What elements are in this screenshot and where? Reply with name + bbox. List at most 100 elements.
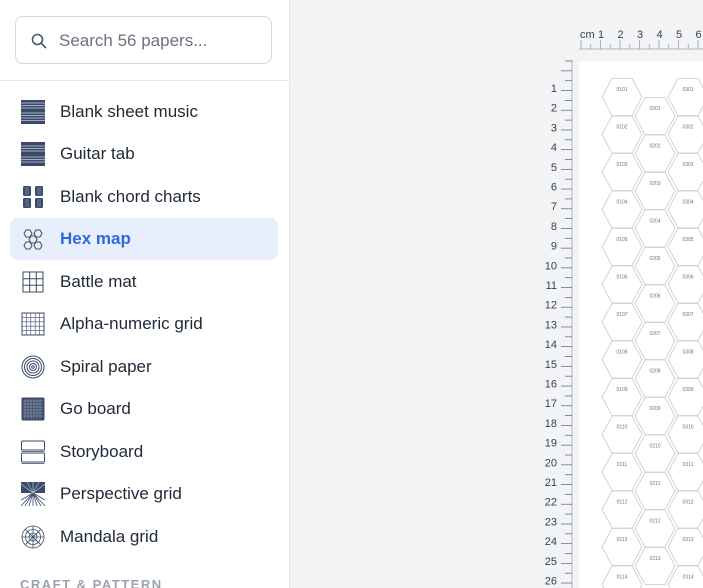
ruler-label: 16 (545, 379, 557, 391)
hex-cell-label: 0113 (617, 537, 628, 543)
ruler-label: 4 (551, 142, 557, 154)
ruler-label: 26 (545, 576, 557, 588)
sidebar-item-go-board[interactable]: Go board (10, 388, 278, 430)
ruler-label: 3 (551, 122, 557, 134)
sidebar-item-perspective-grid[interactable]: Perspective grid (10, 473, 278, 515)
ruler-label: 6 (695, 29, 701, 41)
hex-cell-label: 0209 (649, 406, 660, 412)
ruler-label: 8 (551, 221, 557, 233)
sidebar-item-label: Guitar tab (60, 144, 135, 163)
hex-cell-label: 0306 (682, 275, 693, 281)
hex-cell-label: 0309 (682, 387, 693, 393)
ruler-label: 14 (545, 339, 557, 351)
ruler-label: 13 (545, 319, 557, 331)
sidebar-item-label: Hex map (60, 229, 131, 248)
hex-cell-label: 0302 (682, 125, 693, 131)
sidebar-item-guitar-tab[interactable]: Guitar tab (10, 133, 278, 175)
sidebar: Blank sheet music Guitar tab Blank chord (0, 0, 290, 588)
hex-cell-label: 0109 (616, 387, 627, 393)
sidebar-item-blank-sheet-music[interactable]: Blank sheet music (10, 91, 278, 133)
sidebar-item-alpha-numeric-grid[interactable]: Alpha-numeric grid (10, 303, 278, 345)
hex-cell-label: 0204 (649, 219, 660, 225)
hex-cell-label: 0111 (617, 462, 628, 468)
sidebar-item-label: Perspective grid (60, 484, 182, 503)
search-input[interactable] (59, 29, 259, 53)
hex-cell-label: 0103 (616, 162, 627, 168)
sidebar-item-blank-chord-charts[interactable]: Blank chord charts (10, 176, 278, 218)
ruler-label: 15 (545, 359, 557, 371)
hex-cell-label: 0208 (649, 369, 660, 375)
hex-cell-label: 0105 (616, 237, 627, 243)
ruler-label: 19 (545, 438, 557, 450)
hex-cell-label: 0206 (649, 294, 660, 300)
hex-cell-label: 0110 (617, 425, 628, 431)
go-board-icon (21, 397, 45, 421)
ruler-label: 18 (545, 418, 557, 430)
hex-cell-label: 0304 (682, 200, 693, 206)
hex-cell-label: 0311 (683, 462, 694, 468)
sidebar-item-storyboard[interactable]: Storyboard (10, 431, 278, 473)
storyboard-icon (21, 440, 45, 464)
spiral-icon (21, 355, 45, 379)
ruler-label: 23 (545, 516, 557, 528)
ruler-label: 21 (545, 477, 557, 489)
side-ruler: 1234567891011121314151617181920212223242… (545, 60, 573, 588)
sidebar-divider (0, 80, 289, 81)
hex-icon (23, 229, 43, 250)
hex-cell-label: 0305 (682, 237, 693, 243)
sidebar-item-label: Blank chord charts (60, 187, 201, 206)
hex-cell-label: 0310 (682, 425, 693, 431)
perspective-icon (21, 482, 45, 506)
ruler-label: 17 (545, 398, 557, 410)
sidebar-item-mandala-grid[interactable]: Mandala grid (10, 516, 278, 558)
ruler-label: 10 (545, 260, 557, 272)
hex-cell-label: 0307 (682, 312, 693, 318)
ruler-unit-label: cm (580, 29, 595, 41)
hex-cell-label: 0203 (649, 181, 660, 187)
ruler-label: 22 (545, 497, 557, 509)
hex-cell-label: 0112 (617, 500, 628, 506)
sidebar-item-label: Go board (60, 399, 131, 418)
hex-cell-label: 0107 (616, 312, 627, 318)
sheet-music-icon (21, 100, 45, 124)
hex-cell-label: 0201 (649, 106, 660, 112)
chord-chart-icon (23, 186, 43, 208)
ruler-label: 1 (551, 83, 557, 95)
ruler-label: 2 (551, 103, 557, 115)
ruler-label: 3 (637, 29, 643, 41)
sidebar-item-label: Storyboard (60, 442, 144, 461)
sidebar-item-label: Mandala grid (60, 527, 159, 546)
hex-cell-label: 0114 (617, 575, 628, 581)
sidebar-item-hex-map[interactable]: Hex map (10, 218, 278, 260)
hex-cell-label: 0301 (682, 87, 693, 93)
hex-cell-label: 0313 (682, 537, 693, 543)
fine-grid-icon (21, 312, 45, 336)
sidebar-item-label: Alpha-numeric grid (60, 314, 203, 333)
hex-cell-label: 0303 (682, 162, 693, 168)
search-icon (31, 33, 47, 49)
hex-cell-label: 0106 (616, 275, 627, 281)
preview-canvas: cm 1 2 3 4 5 6 1234567891011121314151617181920… (545, 29, 703, 588)
hex-cell-label: 0101 (616, 87, 627, 93)
hex-cell-label: 0102 (616, 125, 627, 131)
ruler-label: 7 (551, 201, 557, 213)
hex-cell-label: 0210 (649, 444, 660, 450)
hex-cell-label: 0211 (650, 481, 661, 487)
ruler-label: 9 (551, 241, 557, 253)
sidebar-item-battle-mat[interactable]: Battle mat (10, 261, 278, 303)
sidebar-item-label: Battle mat (60, 272, 137, 291)
hex-cell-label: 0108 (616, 350, 627, 356)
ruler-label: 4 (656, 29, 662, 41)
search-box[interactable] (15, 16, 272, 64)
paper-preview: cm 1 2 3 4 5 6 1 2 3 4 5 6 7 8 9 10 11 12 13 14 15 16 17 18 19 20… (290, 0, 703, 588)
ruler-label: 6 (551, 182, 557, 194)
ruler-label: 12 (545, 300, 557, 312)
sidebar-item-spiral-paper[interactable]: Spiral paper (10, 346, 278, 388)
ruler-label: 11 (546, 280, 557, 292)
ruler-label: 5 (676, 29, 682, 41)
guitar-tab-icon (21, 142, 45, 166)
hex-cell-label: 0207 (649, 331, 660, 337)
hex-cell-label: 0202 (649, 144, 660, 150)
hex-cell-label: 0314 (682, 575, 693, 581)
hex-cell-label: 0104 (616, 200, 627, 206)
